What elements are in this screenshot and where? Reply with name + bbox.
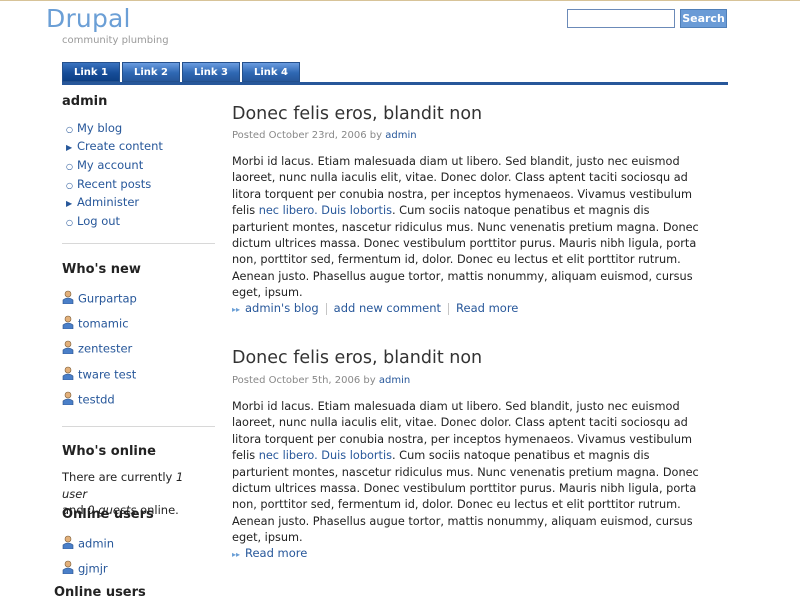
whos-online-title: Who's online	[62, 444, 156, 459]
online-users-title-2: Online users	[54, 585, 146, 600]
triangle-arrow-icon: ▶	[66, 143, 73, 152]
circle-bullet-icon: ○	[66, 162, 73, 171]
menu-item-my-account[interactable]: ○ My account	[66, 158, 143, 172]
whos-new-user[interactable]: testdd	[62, 391, 115, 407]
sidebar-divider	[62, 426, 215, 427]
sidebar-divider	[62, 243, 215, 244]
online-users-title: Online users	[62, 507, 154, 522]
user-icon	[62, 315, 74, 329]
whos-new-user[interactable]: zentester	[62, 340, 132, 356]
menu-item-administer[interactable]: ▶ Administer	[66, 195, 139, 209]
post-body: Morbi id lacus. Etiam malesuada diam ut …	[232, 155, 699, 300]
menu-item-my-blog[interactable]: ○ My blog	[66, 121, 122, 135]
site-slogan: community plumbing	[62, 35, 169, 46]
user-icon	[62, 366, 74, 380]
post-author-link[interactable]: admin	[385, 130, 416, 141]
post-author-link[interactable]: admin	[379, 375, 410, 386]
user-icon	[62, 391, 74, 405]
triangle-arrow-icon: ▶	[66, 199, 73, 208]
user-icon	[62, 290, 74, 304]
post-meta: Posted October 5th, 2006 by admin	[232, 375, 411, 386]
double-chevron-icon: ▸▸	[232, 550, 241, 559]
post-body-link[interactable]: nec libero. Duis lobortis	[259, 204, 392, 217]
post-title[interactable]: Donec felis eros, blandit non	[232, 348, 482, 368]
site-name[interactable]: Drupal	[46, 4, 131, 33]
circle-bullet-icon: ○	[66, 125, 73, 134]
post-links: ▸▸ admin's blog add new comment Read more	[232, 301, 518, 315]
search-button[interactable]: Search	[680, 9, 727, 28]
whos-new-user[interactable]: Gurpartap	[62, 290, 137, 306]
tab-link-4[interactable]: Link 4	[242, 62, 300, 82]
whos-new-user[interactable]: tware test	[62, 366, 136, 382]
user-icon	[62, 535, 74, 549]
online-user[interactable]: admin	[62, 535, 114, 551]
post-title[interactable]: Donec felis eros, blandit non	[232, 104, 482, 124]
search-input[interactable]	[567, 9, 675, 28]
double-chevron-icon: ▸▸	[232, 305, 241, 314]
read-more-link[interactable]: Read more	[245, 546, 307, 560]
menu-item-create-content[interactable]: ▶ Create content	[66, 139, 163, 153]
read-more-link[interactable]: Read more	[456, 301, 518, 315]
user-icon	[62, 560, 74, 574]
post-body: Morbi id lacus. Etiam malesuada diam ut …	[232, 400, 699, 545]
menu-item-recent-posts[interactable]: ○ Recent posts	[66, 177, 151, 191]
post-meta: Posted October 23rd, 2006 by admin	[232, 130, 417, 141]
add-comment-link[interactable]: add new comment	[334, 301, 441, 315]
menu-item-log-out[interactable]: ○ Log out	[66, 214, 120, 228]
whos-new-title: Who's new	[62, 262, 141, 277]
navbar-underline	[62, 82, 728, 85]
blog-link[interactable]: admin's blog	[245, 301, 319, 315]
online-user[interactable]: gjmjr	[62, 560, 108, 576]
circle-bullet-icon: ○	[66, 218, 73, 227]
tab-link-1[interactable]: Link 1	[62, 62, 120, 82]
link-separator	[325, 302, 327, 315]
top-border	[0, 0, 800, 1]
post-body-link[interactable]: nec libero. Duis lobortis	[259, 449, 392, 462]
link-separator	[448, 302, 450, 315]
circle-bullet-icon: ○	[66, 181, 73, 190]
post-links: ▸▸ Read more	[232, 546, 307, 560]
whos-new-user[interactable]: tomamic	[62, 315, 129, 331]
user-block-title: admin	[62, 94, 108, 109]
tab-link-2[interactable]: Link 2	[122, 62, 180, 82]
user-icon	[62, 340, 74, 354]
tab-link-3[interactable]: Link 3	[182, 62, 240, 82]
